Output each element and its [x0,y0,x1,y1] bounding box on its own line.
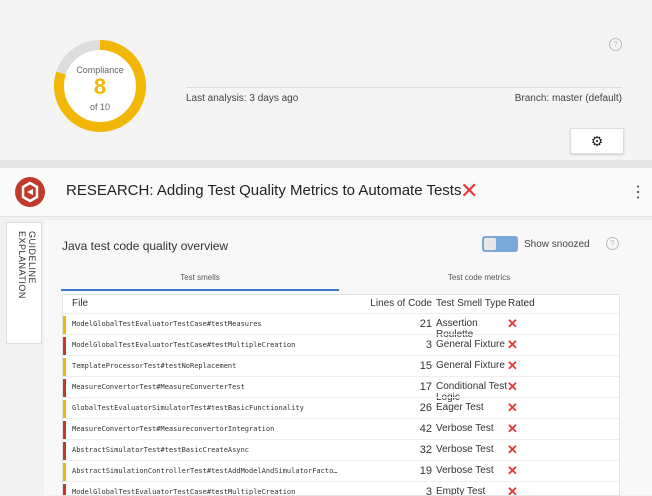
table-row[interactable]: TemplateProcessorTest#testNoReplacement 1… [63,355,619,377]
col-smell-type[interactable]: Test Smell Type [436,295,506,313]
severity-bar [63,484,66,495]
smell-type: Verbose Test [436,444,494,455]
gear-icon: ⚙ [590,133,604,149]
lines-of-code: 15 [419,360,432,372]
severity-bar [63,421,66,439]
severity-bar [63,337,66,355]
section-gap [0,160,652,168]
compliance-label: Compliance 8 of 10 [52,38,148,134]
smell-type: General Fixture [436,339,505,350]
close-icon[interactable]: ✕ [460,178,478,204]
table-row[interactable]: ModelGlobalTestEvaluatorTestCase#testMul… [63,334,619,356]
severity-bar [63,400,66,418]
smell-type: Verbose Test [436,423,494,434]
quality-panel: Java test code quality overview Show sno… [44,220,652,496]
guideline-explanation-tab[interactable]: GUIDELINE EXPLANATION [6,222,42,344]
table-row[interactable]: GlobalTestEvaluatorSimulatorTest#testBas… [63,397,619,419]
table-row[interactable]: ModelGlobalTestEvaluatorTestCase#testMul… [63,481,619,495]
tab-test-smells[interactable]: Test smells [61,273,339,282]
file-name: MeasureConvertorTest#MeasureconvertorInt… [72,425,275,433]
toggle-knob [484,238,496,250]
lines-of-code: 26 [419,402,432,414]
file-name: GlobalTestEvaluatorSimulatorTest#testBas… [72,404,304,412]
help-icon[interactable]: ? [606,237,619,250]
lines-of-code: 3 [425,339,432,351]
lines-of-code: 32 [419,444,432,456]
compliance-total: of 10 [89,102,111,112]
panel-title: Java test code quality overview [62,239,229,253]
file-name: MeasureConvertorTest#MeasureConverterTes… [72,383,245,391]
file-name: TemplateProcessorTest#testNoReplacement [72,362,237,370]
file-name: ModelGlobalTestEvaluatorTestCase#testMea… [72,320,262,328]
last-analysis: Last analysis: 3 days ago [186,93,299,104]
more-menu-icon[interactable]: ⋮ [630,182,646,202]
rated-cross-icon[interactable]: ✕ [507,400,518,416]
severity-bar [63,358,66,376]
test-smells-table: File Lines of Code Test Smell Type Rated… [62,294,620,496]
table-row[interactable]: AbstractSimulationControllerTest#testAdd… [63,460,619,482]
file-name: ModelGlobalTestEvaluatorTestCase#testMul… [72,341,296,349]
rated-cross-icon[interactable]: ✕ [507,463,518,479]
show-snoozed-toggle[interactable] [482,236,518,252]
smell-type: General Fixture [436,360,505,371]
smell-type: Eager Test [436,402,484,413]
settings-button[interactable]: ⚙ [570,128,624,154]
lines-of-code: 17 [419,381,432,393]
col-loc[interactable]: Lines of Code [353,295,432,313]
rated-cross-icon[interactable]: ✕ [507,316,518,332]
help-icon[interactable]: ? [609,38,622,51]
rated-cross-icon[interactable]: ✕ [507,484,518,495]
col-rated[interactable]: Rated [508,295,535,313]
col-file[interactable]: File [72,295,88,313]
compliance-score: 8 [93,74,107,99]
severity-bar [63,379,66,397]
table-row[interactable]: AbstractSimulatorTest#testBasicCreateAsy… [63,439,619,461]
severity-bar [63,316,66,334]
branch-label: Branch: master (default) [514,93,622,104]
sidetab-label: GUIDELINE EXPLANATION [17,231,37,299]
compliance-card: Compliance 8 of 10 Last analysis: 3 days… [0,0,652,170]
show-snoozed-label: Show snoozed [524,239,590,250]
table-row[interactable]: MeasureConvertorTest#MeasureConverterTes… [63,376,619,403]
rated-cross-icon[interactable]: ✕ [507,337,518,353]
tab-test-code-metrics[interactable]: Test code metrics [344,273,614,282]
project-header: RESEARCH: Adding Test Quality Metrics to… [0,168,652,217]
active-tab-indicator [61,289,339,291]
smell-type: Verbose Test [436,465,494,476]
file-name: AbstractSimulatorTest#testBasicCreateAsy… [72,446,250,454]
rated-cross-icon[interactable]: ✕ [507,421,518,437]
severity-bar [63,442,66,460]
file-name: AbstractSimulationControllerTest#testAdd… [72,467,338,475]
rated-cross-icon[interactable]: ✕ [507,379,518,395]
severity-bar [63,463,66,481]
rated-cross-icon[interactable]: ✕ [507,442,518,458]
lines-of-code: 42 [419,423,432,435]
divider [186,87,622,88]
lines-of-code: 21 [419,318,432,330]
table-row[interactable]: ModelGlobalTestEvaluatorTestCase#testMea… [63,313,619,340]
project-title: RESEARCH: Adding Test Quality Metrics to… [66,182,462,199]
project-logo-icon [15,177,45,207]
table-row[interactable]: MeasureConvertorTest#MeasureconvertorInt… [63,418,619,440]
rated-cross-icon[interactable]: ✕ [507,358,518,374]
lines-of-code: 19 [419,465,432,477]
